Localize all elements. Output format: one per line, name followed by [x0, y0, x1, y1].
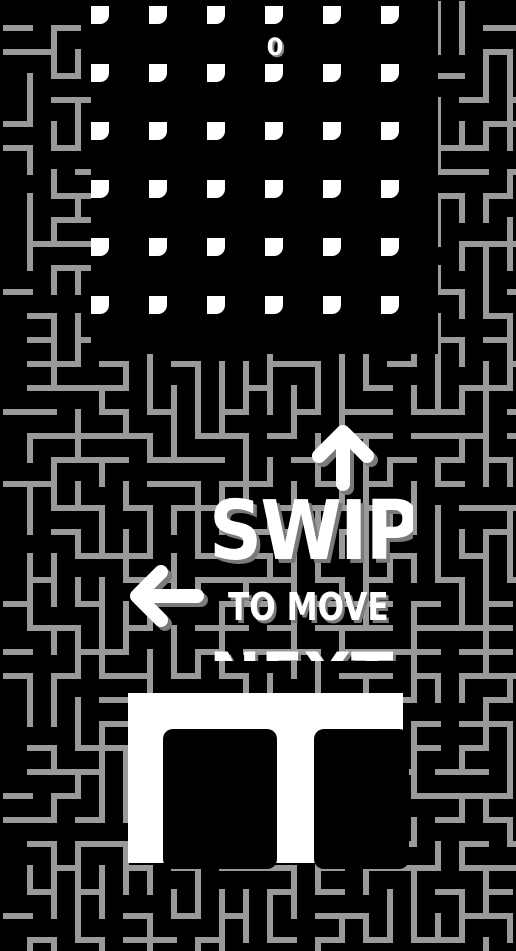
game-screen[interactable]: 0 SWIP TO MOVE — [0, 0, 516, 951]
next-piece[interactable] — [0, 0, 516, 951]
